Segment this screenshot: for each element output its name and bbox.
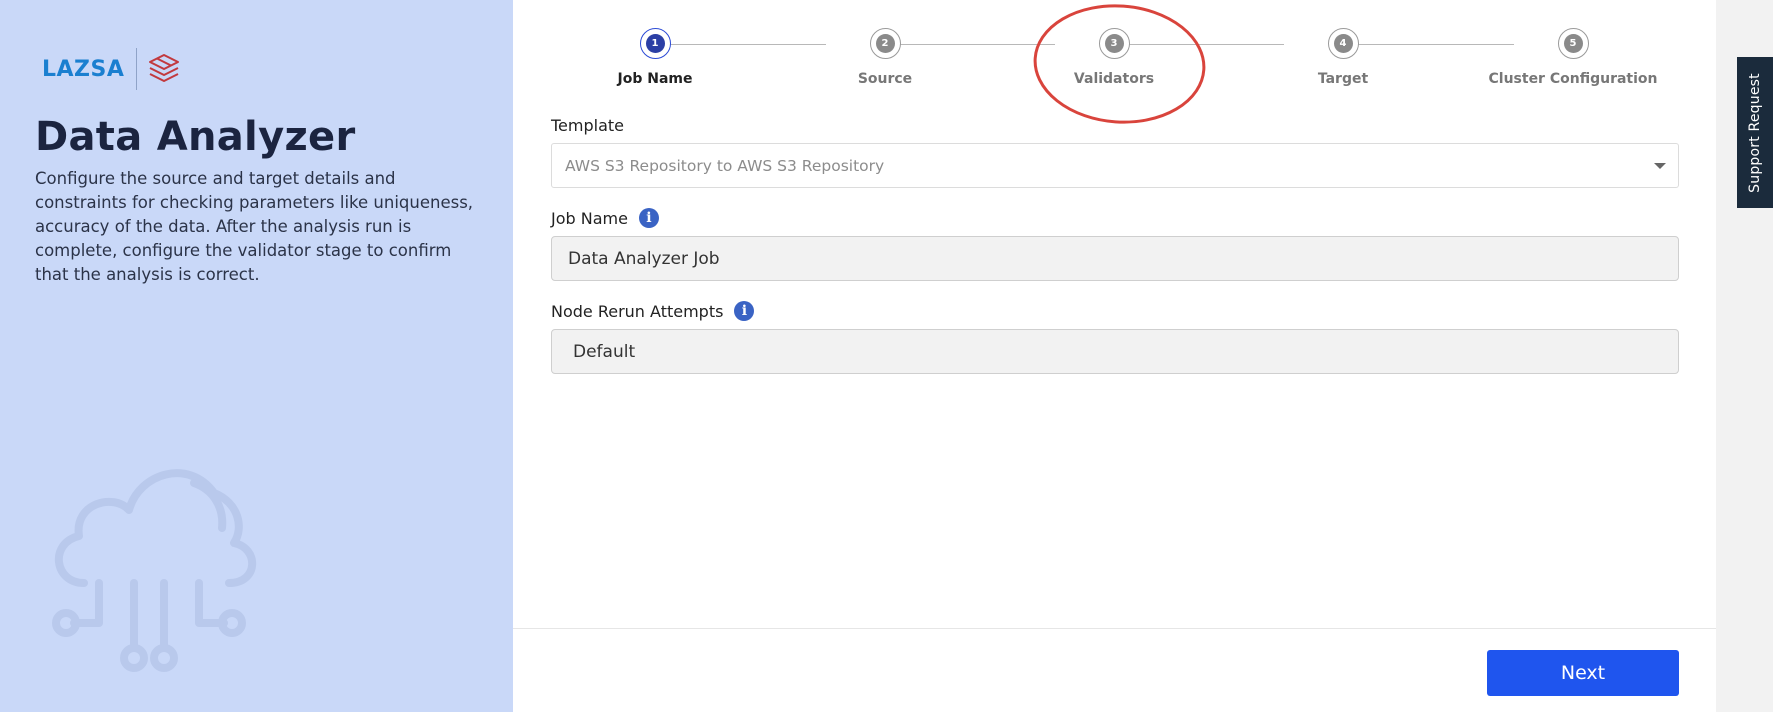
lazsa-logo: LAZSA bbox=[42, 48, 181, 90]
step-number: 2 bbox=[875, 34, 895, 53]
step-cluster-configuration[interactable]: 5 Cluster Configuration bbox=[1473, 28, 1673, 87]
node-rerun-select[interactable] bbox=[551, 329, 1679, 374]
step-circle: 4 bbox=[1327, 28, 1359, 59]
step-target[interactable]: 4 Target bbox=[1243, 28, 1443, 87]
app-window: LAZSA Data Analyzer Configure the source… bbox=[0, 0, 1773, 712]
cloud-network-icon bbox=[52, 469, 257, 672]
template-label-text: Template bbox=[551, 116, 625, 135]
page-title: Data Analyzer bbox=[35, 114, 356, 160]
node-rerun-label-text: Node Rerun Attempts bbox=[551, 301, 724, 321]
step-number: 4 bbox=[1333, 34, 1353, 53]
stack-layers-icon bbox=[149, 54, 180, 82]
job-name-label: Job Name i bbox=[551, 208, 659, 228]
chevron-down-icon[interactable] bbox=[1654, 163, 1666, 169]
page-description: Configure the source and target details … bbox=[35, 169, 474, 284]
step-circle: 1 bbox=[639, 28, 671, 59]
logo-divider bbox=[136, 48, 138, 90]
next-button[interactable]: Next bbox=[1487, 650, 1679, 696]
step-circle: 2 bbox=[869, 28, 901, 59]
info-icon[interactable]: i bbox=[734, 301, 755, 321]
step-number: 5 bbox=[1563, 34, 1583, 53]
job-name-input[interactable] bbox=[551, 236, 1679, 281]
logo-text: LAZSA bbox=[42, 56, 125, 82]
step-label: Source bbox=[857, 71, 913, 87]
step-label: Target bbox=[1317, 71, 1369, 87]
template-label: Template bbox=[551, 116, 624, 135]
highlight-annotation bbox=[1033, 4, 1206, 124]
step-label: Cluster Configuration bbox=[1488, 71, 1658, 87]
support-request-label: Support Request bbox=[1747, 72, 1764, 193]
step-label: Job Name bbox=[617, 71, 693, 87]
step-number: 1 bbox=[645, 34, 665, 53]
job-name-label-text: Job Name bbox=[551, 208, 628, 228]
template-select[interactable]: AWS S3 Repository to AWS S3 Repository bbox=[551, 143, 1679, 188]
support-request-tab[interactable]: Support Request bbox=[1737, 57, 1773, 208]
info-icon[interactable]: i bbox=[638, 208, 659, 228]
left-info-panel: LAZSA Data Analyzer Configure the source… bbox=[0, 0, 513, 712]
template-select-value: AWS S3 Repository to AWS S3 Repository bbox=[565, 157, 885, 175]
step-source[interactable]: 2 Source bbox=[785, 28, 985, 87]
step-job-name[interactable]: 1 Job Name bbox=[555, 28, 755, 87]
node-rerun-label: Node Rerun Attempts i bbox=[551, 301, 755, 321]
step-circle: 5 bbox=[1557, 28, 1589, 59]
